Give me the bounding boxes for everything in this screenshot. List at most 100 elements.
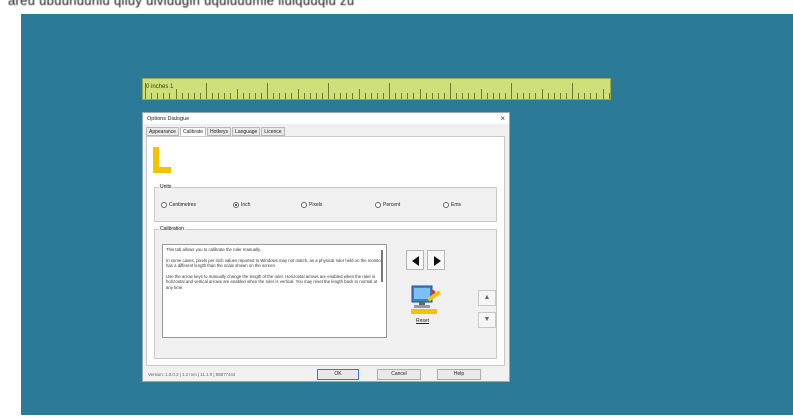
ruler-tick [608, 93, 610, 99]
tab-bar: Appearance Calibrate Hotkeys Language Li… [146, 127, 286, 136]
ruler-tick [511, 83, 512, 99]
spin-up-button[interactable]: ▲ [478, 290, 496, 306]
units-legend: Units [159, 184, 173, 190]
radio-pixels[interactable]: Pixels [301, 202, 322, 208]
calibration-group: Calibration This tab allows you to calib… [154, 226, 497, 359]
ok-button[interactable]: OK [317, 369, 359, 380]
cancel-button[interactable]: Cancel [377, 369, 421, 380]
header-text: areu ubuunuuniu qiiuy uiviuugin uquiuuum… [8, 0, 355, 8]
radio-centimetres[interactable]: Centimetres [161, 202, 196, 208]
ruler-tick [541, 89, 543, 99]
units-group: Units Centimetres Inch Pixels Percent Em… [154, 184, 497, 222]
ruler-tick [504, 93, 506, 99]
decrease-length-button[interactable] [406, 250, 424, 270]
ruler-tick [553, 93, 555, 99]
ruler-tick [401, 93, 403, 99]
ruler-tick [547, 93, 549, 99]
help-paragraph: In some cases, pixels per inch values re… [166, 257, 383, 269]
ruler-tick [328, 83, 329, 99]
ruler-tick [352, 93, 354, 99]
radio-dot-selected [233, 202, 239, 208]
dialog-title: Options Dialogue [147, 116, 190, 122]
tab-hotkeys[interactable]: Hotkeys [206, 127, 232, 136]
radio-dot [301, 202, 307, 208]
ruler-tick [346, 93, 348, 99]
ruler-tick [596, 93, 598, 99]
increase-length-button[interactable] [427, 250, 445, 270]
ruler-tick [370, 93, 372, 99]
ruler-tick [480, 89, 482, 99]
spin-down-button[interactable]: ▼ [478, 312, 496, 328]
ruler-tick [529, 93, 531, 99]
ruler-tick [145, 83, 146, 99]
ruler-tick [157, 93, 159, 99]
ruler-tick [218, 93, 220, 99]
ruler-tick [492, 93, 494, 99]
reset-button[interactable]: Reset [416, 318, 429, 324]
ruler-tick [187, 93, 189, 99]
close-icon[interactable]: × [500, 114, 505, 123]
ruler-tick [199, 93, 201, 99]
ruler-tick [382, 93, 384, 99]
ruler-tick [321, 93, 323, 99]
calibration-help-text: This tab allows you to calibrate the rul… [162, 244, 387, 338]
ruler-tick [474, 93, 476, 99]
ruler-tick [175, 89, 177, 99]
help-paragraph: This tab allows you to calibrate the rul… [166, 247, 261, 252]
ruler-tick [291, 93, 293, 99]
ruler-tick [498, 93, 500, 99]
ruler-tick [565, 93, 567, 99]
ruler-tick [364, 93, 366, 99]
tab-calibrate[interactable]: Calibrate [179, 127, 206, 136]
ruler-tick [273, 93, 275, 99]
ruler-tick [169, 93, 171, 99]
ruler-tick [212, 93, 214, 99]
ruler-tick [462, 93, 464, 99]
ruler-tick [297, 89, 299, 99]
ruler-tick [517, 93, 519, 99]
ruler-tick [590, 93, 592, 99]
computer-calibrate-icon[interactable] [409, 284, 443, 316]
ruler-tick [389, 83, 390, 99]
help-button[interactable]: Help [437, 369, 481, 380]
ruler-tick [578, 93, 580, 99]
bottom-border [21, 415, 793, 420]
ruler-tick [151, 93, 153, 99]
ruler-tick [437, 93, 439, 99]
radio-label: Inch [241, 202, 251, 208]
ruler-tick [450, 83, 451, 99]
ruler-tick [309, 93, 311, 99]
text-scrollbar[interactable] [381, 250, 383, 282]
ruler-tick [340, 93, 342, 99]
ruler-tick [584, 93, 586, 99]
ruler-tick [260, 93, 262, 99]
tab-appearance[interactable]: Appearance [146, 127, 179, 136]
ruler-tick [163, 93, 165, 99]
ruler-tick [254, 93, 256, 99]
arrow-left-icon [412, 256, 419, 266]
radio-dot [161, 202, 167, 208]
radio-label: Percent [383, 202, 401, 208]
ruler-tick [230, 93, 232, 99]
ruler-tick [468, 93, 470, 99]
calibration-legend: Calibration [159, 226, 185, 232]
tab-licence[interactable]: Licence [261, 127, 285, 136]
radio-label: Centimetres [169, 202, 196, 208]
radio-dot [443, 202, 449, 208]
ruler-tick [358, 89, 360, 99]
status-text: Version: 1.0.0.2 | 1.2 mm | 11.1.0 | 888… [148, 372, 236, 377]
units-radio-row: Centimetres Inch Pixels Percent Ems [161, 202, 461, 210]
dialog-titlebar: Options Dialogue × [143, 113, 509, 124]
radio-percent[interactable]: Percent [375, 202, 400, 208]
screen-ruler[interactable]: 0 inches 1 [142, 78, 611, 100]
ruler-tick [395, 93, 397, 99]
top-text-strip: areu ubuunuuniu qiiuy uiviuugin uquiuuum… [0, 0, 793, 14]
tab-language[interactable]: Language [232, 127, 261, 136]
ruler-tick [285, 93, 287, 99]
ruler-tick [224, 93, 226, 99]
ruler-tick [523, 93, 525, 99]
radio-inch[interactable]: Inch [233, 202, 250, 208]
ruler-tick [535, 93, 537, 99]
ruler-tick [303, 93, 305, 99]
radio-ems[interactable]: Ems [443, 202, 461, 208]
